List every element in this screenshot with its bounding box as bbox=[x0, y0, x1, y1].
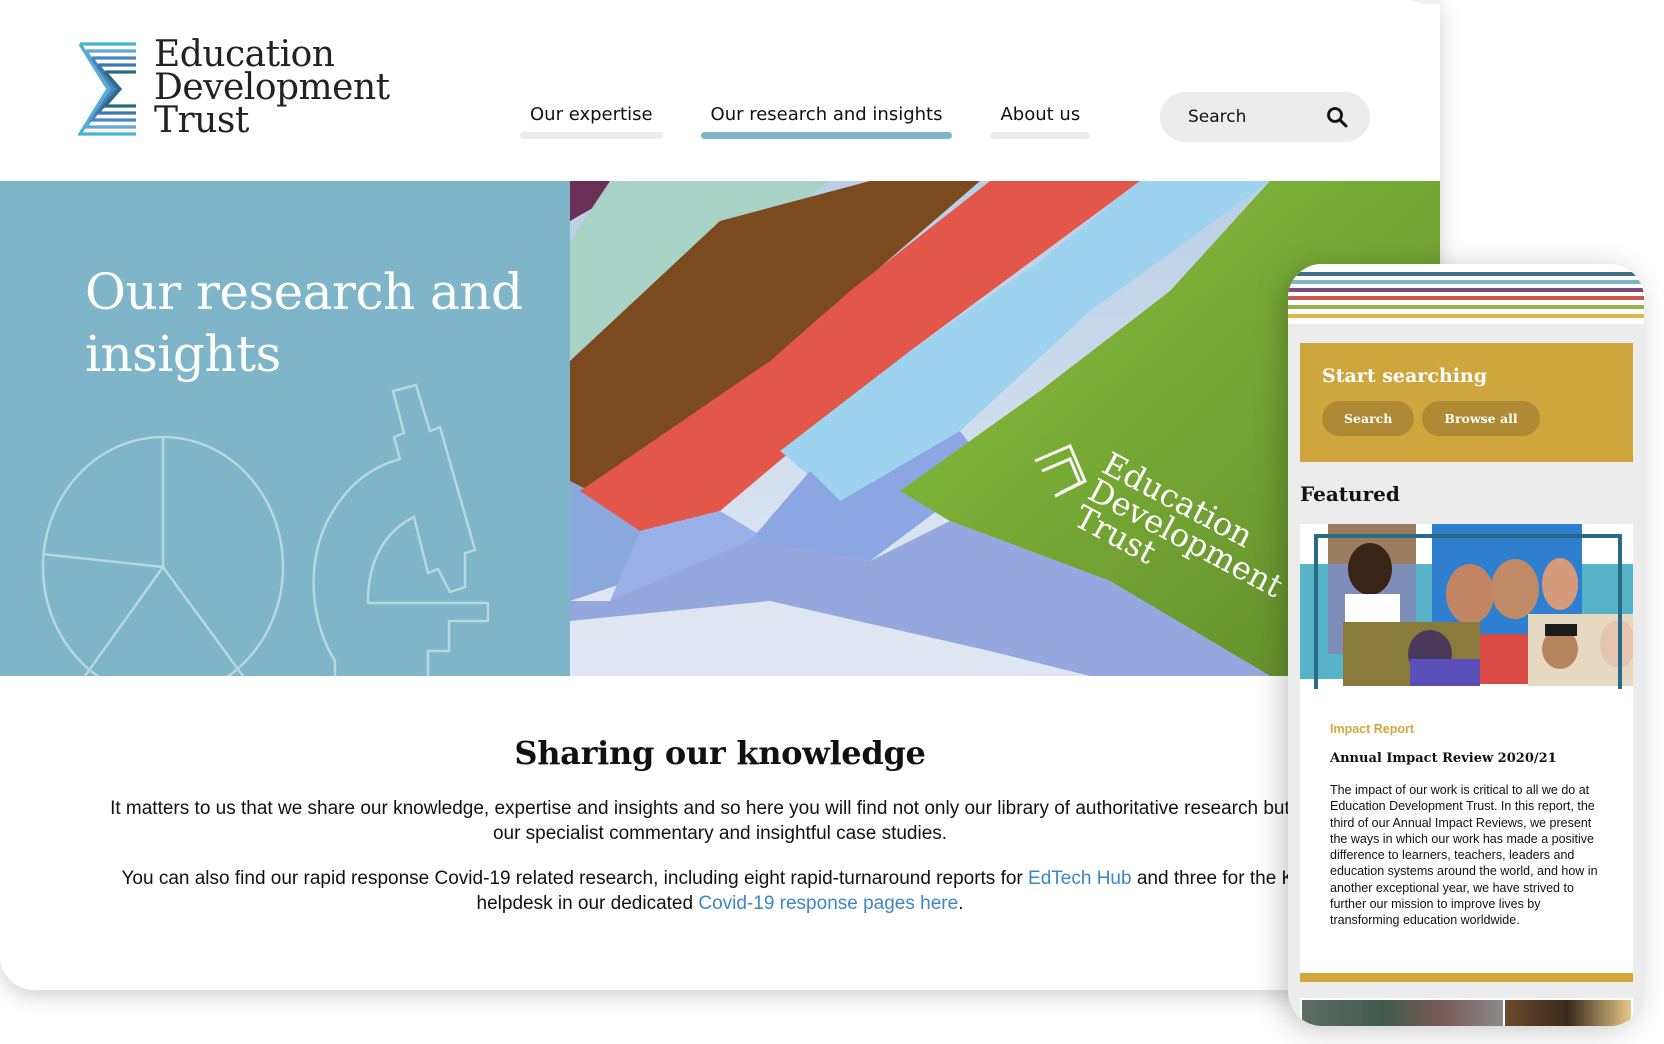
logo-wordmark: Education Development Trust bbox=[154, 37, 390, 141]
logo-line: Trust bbox=[154, 100, 249, 141]
promo-buttons: Search Browse all bbox=[1322, 401, 1611, 436]
nav-item-our-expertise[interactable]: Our expertise bbox=[520, 104, 663, 139]
edt-sigma-logo-icon bbox=[78, 42, 136, 136]
browse-all-button[interactable]: Browse all bbox=[1422, 401, 1540, 436]
stripe bbox=[1288, 288, 1644, 292]
featured-card[interactable]: Impact Report Annual Impact Review 2020/… bbox=[1300, 524, 1633, 979]
paragraph-text: . bbox=[958, 893, 964, 914]
nav-item-label: About us bbox=[1000, 104, 1081, 125]
next-featured-card[interactable] bbox=[1300, 998, 1633, 1026]
intro-section: Sharing our knowledge It matters to us t… bbox=[0, 676, 1440, 990]
nav-item-our-research-and-insights[interactable]: Our research and insights bbox=[700, 104, 953, 139]
hero-panel: Our research and insights bbox=[0, 181, 570, 676]
nav-underline bbox=[990, 132, 1091, 139]
paragraph-text: You can also find our rapid response Cov… bbox=[121, 868, 1029, 889]
featured-card-body: The impact of our work is critical to al… bbox=[1330, 783, 1598, 928]
stripe bbox=[1288, 296, 1644, 300]
featured-card-image bbox=[1300, 524, 1633, 689]
covid-response-link[interactable]: Covid-19 response pages here bbox=[698, 893, 958, 914]
site-logo[interactable]: Education Development Trust bbox=[78, 37, 390, 139]
covid-paragraph: You can also find our rapid response Cov… bbox=[100, 866, 1340, 916]
stripe bbox=[1288, 280, 1644, 284]
mobile-site-preview: Start searching Search Browse all Featur… bbox=[1288, 264, 1644, 1026]
nav-item-label: Our expertise bbox=[530, 104, 653, 125]
search-button[interactable]: Search bbox=[1160, 92, 1370, 142]
start-searching-panel: Start searching Search Browse all bbox=[1300, 343, 1633, 462]
pie-chart-icon bbox=[41, 435, 285, 676]
intro-paragraph: It matters to us that we share our knowl… bbox=[110, 798, 1330, 844]
stripe bbox=[1288, 314, 1644, 318]
featured-card-tag: Impact Report bbox=[1330, 722, 1415, 736]
hero-banner: Our research and insights Education Deve… bbox=[0, 181, 1440, 676]
microscope-icon bbox=[312, 383, 490, 676]
site-header: Education Development Trust Our expertis… bbox=[0, 0, 1440, 181]
desktop-site-preview: Education Development Trust Our expertis… bbox=[0, 0, 1440, 990]
next-card-image bbox=[1505, 1000, 1631, 1026]
search-label: Search bbox=[1188, 107, 1247, 127]
stripe bbox=[1288, 272, 1644, 276]
hero-illustration bbox=[41, 383, 490, 676]
main-nav: Our expertise Our research and insights … bbox=[520, 104, 1091, 139]
edtech-hub-link[interactable]: EdTech Hub bbox=[1028, 868, 1132, 889]
search-icon[interactable] bbox=[1326, 106, 1348, 128]
featured-card-title[interactable]: Annual Impact Review 2020/21 bbox=[1330, 751, 1557, 766]
nav-underline-active bbox=[700, 132, 953, 139]
featured-card-accent-bar bbox=[1300, 973, 1633, 982]
next-card-image bbox=[1302, 1000, 1503, 1026]
featured-heading: Featured bbox=[1300, 482, 1400, 506]
nav-item-about-us[interactable]: About us bbox=[990, 104, 1091, 139]
mobile-search-button[interactable]: Search bbox=[1322, 401, 1415, 436]
decorative-stripes bbox=[1288, 264, 1644, 324]
promo-title: Start searching bbox=[1322, 365, 1488, 387]
stripe bbox=[1288, 305, 1644, 309]
nav-item-label: Our research and insights bbox=[710, 104, 943, 125]
nav-underline bbox=[520, 132, 663, 139]
page-title: Our research and insights bbox=[85, 263, 523, 383]
section-heading: Sharing our knowledge bbox=[514, 734, 926, 772]
